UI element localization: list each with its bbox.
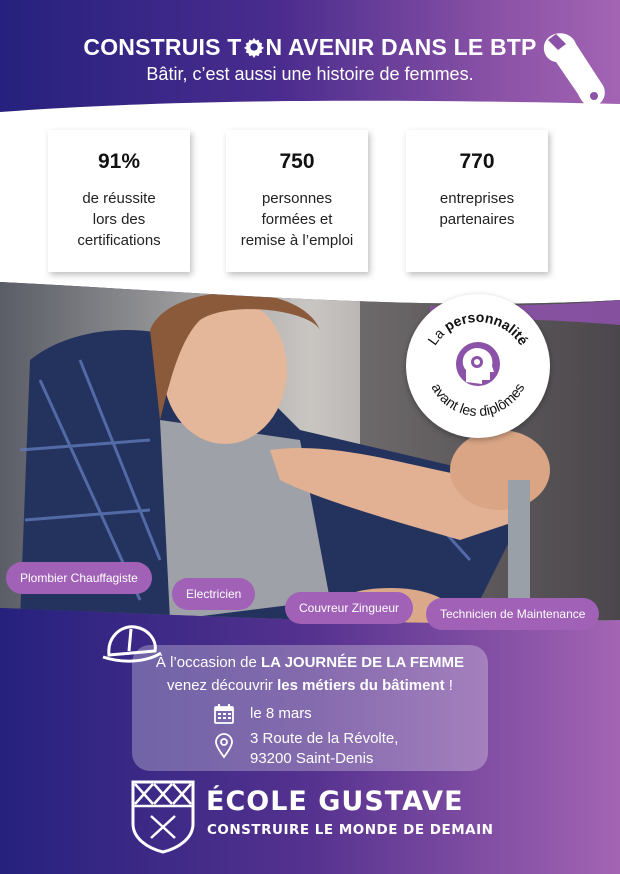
stat-label-line: lors des (92, 211, 146, 228)
stat-label-line: formées et (261, 211, 333, 228)
event-intro: À l’occasion de LA JOURNÉE DE LA FEMME (132, 654, 488, 671)
stat-card-trained: 750 personnes formées et remise à l’empl… (226, 122, 376, 272)
trade-pill-electrician[interactable]: Electricien (172, 578, 256, 610)
school-name: ÉCOLE GUSTAVE (206, 786, 464, 817)
stat-value: 770 (459, 150, 495, 173)
calendar-icon (214, 704, 234, 724)
trade-pill-roofer[interactable]: Couvreur Zingueur (285, 592, 414, 624)
event-date: le 8 mars (250, 705, 312, 722)
stat-value: 91% (97, 150, 141, 173)
badge-bottom: avant les diplômes (429, 380, 528, 419)
trade-pill-maintenance[interactable]: Technicien de Maintenance (426, 598, 600, 630)
stat-label-line: remise à l’emploi (240, 232, 354, 249)
stat-label-line: personnes (261, 190, 333, 207)
stat-card-partners: 770 entreprises partenaires (406, 122, 556, 272)
stat-label-line: entreprises (439, 190, 515, 207)
stat-card-success: 91% de réussite lors des certifications (48, 122, 198, 272)
title-part-2: N AVENIR DANS LE BTP (265, 34, 537, 60)
stat-label: personnes formées et remise à l’emploi (226, 188, 368, 251)
event-intro-prefix: À l’occasion de (155, 654, 261, 671)
event-address-line: 3 Route de la Révolte, (250, 730, 399, 747)
wrench-icon (543, 33, 605, 107)
event-address-line: 93200 Saint-Denis (250, 750, 374, 767)
event-address: 3 Route de la Révolte, 93200 Saint-Denis (250, 729, 398, 769)
event-name: LA JOURNÉE DE LA FEMME (260, 654, 465, 671)
stat-value: 750 (279, 150, 315, 173)
stat-label-line: certifications (77, 232, 161, 249)
event-invite-suffix: ! (444, 677, 453, 694)
trade-pill-plumber[interactable]: Plombier Chauffagiste (6, 562, 152, 594)
school-tagline: CONSTRUIRE LE MONDE DE DEMAIN (207, 822, 494, 838)
svg-text:avant les diplômes: avant les diplômes (429, 380, 528, 419)
title-part-1: CONSTRUIS T (83, 34, 242, 60)
badge-top-bold: personnalité (441, 309, 531, 348)
event-invite-prefix: venez découvrir (167, 677, 278, 694)
personality-badge-text: La personnalité avant les diplômes (424, 309, 531, 419)
crest-logo (131, 780, 195, 854)
stat-label-line: de réussite (82, 190, 156, 207)
stat-label-line: partenaires (439, 211, 515, 228)
gear-icon (243, 37, 264, 58)
page-title: CONSTRUIS T N AVENIR DANS LE BTP (0, 34, 620, 61)
stat-label: de réussite lors des certifications (48, 188, 190, 251)
head-gear-icon (456, 342, 500, 386)
event-invite: venez découvrir les métiers du bâtiment … (132, 677, 488, 694)
page-subtitle: Bâtir, c’est aussi une histoire de femme… (146, 64, 474, 84)
event-invite-bold: les métiers du bâtiment (277, 677, 445, 694)
header: CONSTRUIS T N AVENIR DANS LE BTP Bâtir, c… (0, 0, 620, 110)
stat-label: entreprises partenaires (406, 188, 548, 230)
location-pin-icon (215, 733, 233, 759)
